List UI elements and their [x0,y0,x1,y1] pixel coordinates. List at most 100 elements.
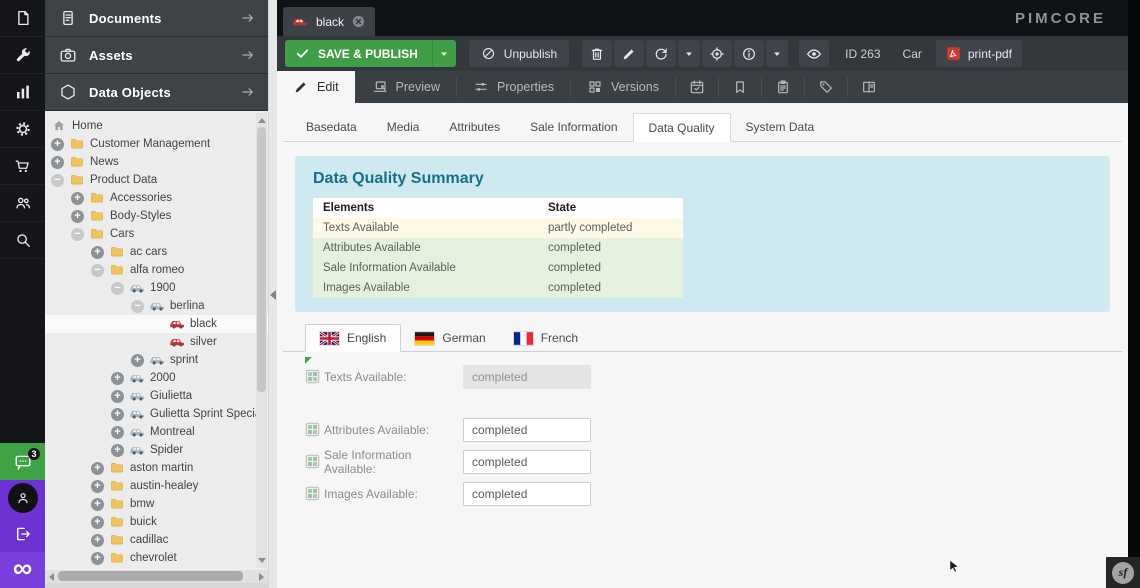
gear-rail-button[interactable] [0,111,45,148]
subtab-system-data[interactable]: System Data [731,113,830,142]
language-tab-french[interactable]: French [500,324,592,352]
tree-item-2000[interactable]: +2000 [45,369,268,387]
tree-item-sprint[interactable]: +sprint [45,351,268,369]
language-tab-english[interactable]: English [305,324,401,352]
minus-expander-icon[interactable]: − [51,174,64,187]
wrench-rail-button[interactable] [0,37,45,74]
language-tab-german[interactable]: German [401,324,499,352]
rename-button[interactable] [614,40,644,67]
info-dropdown[interactable] [766,40,788,67]
tab-bookmark[interactable] [719,71,761,103]
tab-versions[interactable]: Versions [571,71,675,103]
pimcore-logo-button[interactable]: ∞ [0,552,45,588]
file-rail-button[interactable] [0,0,45,37]
delete-button[interactable] [582,40,612,67]
subtab-media[interactable]: Media [372,113,435,142]
tree-item-alfa-romeo[interactable]: −alfa romeo [45,261,268,279]
plus-expander-icon[interactable]: + [51,138,64,151]
minus-expander-icon[interactable]: − [111,282,124,295]
tab-preview[interactable]: Preview [356,71,456,103]
minus-expander-icon[interactable]: − [131,300,144,313]
tree-item-ac-cars[interactable]: +ac cars [45,243,268,261]
plus-expander-icon[interactable]: + [91,498,104,511]
scrollbar-thumb[interactable] [58,571,243,581]
plus-expander-icon[interactable]: + [91,534,104,547]
plus-expander-icon[interactable]: + [71,192,84,205]
tree-item-accessories[interactable]: +Accessories [45,189,268,207]
tree-item-chevrolet[interactable]: +chevrolet [45,549,268,567]
close-icon[interactable] [351,14,366,29]
print-pdf-button[interactable]: print-pdf [936,40,1022,67]
tree-vertical-scrollbar[interactable] [256,113,267,568]
field-input-sale-information-available[interactable] [463,450,591,474]
plus-expander-icon[interactable]: + [91,516,104,529]
tree-item-1900[interactable]: −1900 [45,279,268,297]
scroll-up-arrow[interactable] [258,118,266,123]
bar-chart-rail-button[interactable] [0,74,45,111]
tab-tag[interactable] [805,71,847,103]
subtab-basedata[interactable]: Basedata [291,113,372,142]
accordion-data-objects[interactable]: Data Objects [45,74,268,111]
save-options-dropdown[interactable] [432,40,456,67]
accordion-documents[interactable]: Documents [45,0,268,37]
tab-edit[interactable]: Edit [277,71,355,103]
tree-item-news[interactable]: +News [45,153,268,171]
logout-button[interactable] [0,516,45,552]
subtab-data-quality[interactable]: Data Quality [633,113,731,142]
users-rail-button[interactable] [0,185,45,222]
tree-item-body-styles[interactable]: +Body-Styles [45,207,268,225]
accordion-assets[interactable]: Assets [45,37,268,74]
tree-item-black[interactable]: black [45,315,268,333]
tab-columns[interactable] [848,71,890,103]
user-profile-button[interactable] [0,480,45,516]
tree-item-aston-martin[interactable]: +aston martin [45,459,268,477]
tab-clipboard[interactable] [762,71,804,103]
field-input-attributes-available[interactable] [463,418,591,442]
tree-item-customer-management[interactable]: +Customer Management [45,135,268,153]
reload-button[interactable] [646,40,676,67]
subtab-sale-information[interactable]: Sale Information [515,113,632,142]
tree-item-silver[interactable]: silver [45,333,268,351]
scrollbar-thumb[interactable] [257,127,266,392]
symfony-toolbar-toggle[interactable]: sf [1106,557,1140,588]
reload-dropdown[interactable] [678,40,700,67]
notifications-button[interactable]: 3 [0,443,45,480]
minus-expander-icon[interactable]: − [71,228,84,241]
plus-expander-icon[interactable]: + [91,552,104,565]
plus-expander-icon[interactable]: + [111,408,124,421]
info-button[interactable] [734,40,764,67]
workspace-tab-black[interactable]: black [283,7,375,36]
plus-expander-icon[interactable]: + [51,156,64,169]
plus-expander-icon[interactable]: + [111,372,124,385]
field-input-images-available[interactable] [463,482,591,506]
collapse-panel-arrow[interactable] [270,290,276,300]
open-preview-button[interactable] [799,40,829,67]
tree-item-cars[interactable]: −Cars [45,225,268,243]
unpublish-button[interactable]: Unpublish [469,40,569,67]
plus-expander-icon[interactable]: + [111,390,124,403]
tree-item-bmw[interactable]: +bmw [45,495,268,513]
tab-properties[interactable]: Properties [457,71,570,103]
scroll-down-arrow[interactable] [258,558,266,563]
search-rail-button[interactable] [0,222,45,259]
minus-expander-icon[interactable]: − [91,264,104,277]
tab-calendar[interactable] [676,71,718,103]
tree-item-gulietta-sprint-special[interactable]: +Gulietta Sprint Special [45,405,268,423]
tree-item-austin-healey[interactable]: +austin-healey [45,477,268,495]
tree-item-berlina[interactable]: −berlina [45,297,268,315]
tree-item-product-data[interactable]: −Product Data [45,171,268,189]
tree-item-spider[interactable]: +Spider [45,441,268,459]
locate-in-tree-button[interactable] [702,40,732,67]
tree-horizontal-scrollbar[interactable] [45,570,268,583]
tree-item-giulietta[interactable]: +Giulietta [45,387,268,405]
tree-item-cadillac[interactable]: +cadillac [45,531,268,549]
tree-item-montreal[interactable]: +Montreal [45,423,268,441]
save-publish-button[interactable]: SAVE & PUBLISH [285,40,432,67]
plus-expander-icon[interactable]: + [91,246,104,259]
scroll-left-arrow[interactable] [49,573,54,581]
tree-item-home[interactable]: Home [45,117,268,135]
subtab-attributes[interactable]: Attributes [434,113,515,142]
plus-expander-icon[interactable]: + [111,444,124,457]
tree-item-buick[interactable]: +buick [45,513,268,531]
plus-expander-icon[interactable]: + [91,462,104,475]
